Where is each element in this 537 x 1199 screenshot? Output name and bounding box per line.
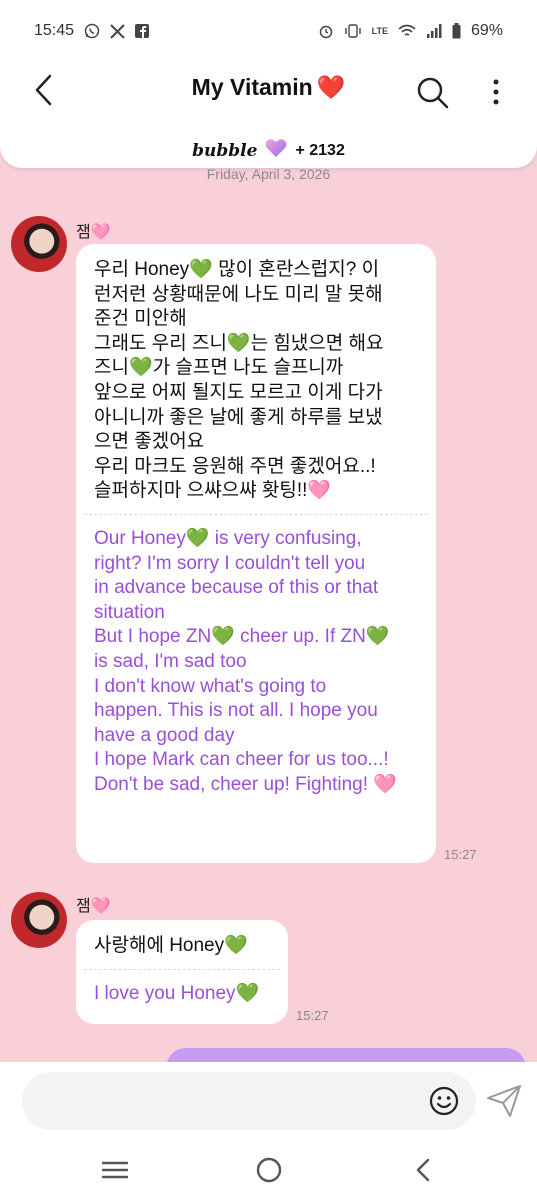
avatar[interactable] <box>11 216 67 272</box>
message-text-korean: 사랑해에 Honey💚 <box>94 935 248 956</box>
recents-button[interactable] <box>100 1156 130 1184</box>
message-text-translation: Our Honey💚 is very confusing, right? I'm… <box>94 527 397 795</box>
bubble-heart-icon <box>265 138 287 163</box>
chat-title-text: My Vitamin <box>191 74 313 100</box>
recents-icon <box>102 1161 128 1179</box>
home-icon <box>256 1157 282 1183</box>
message-input[interactable] <box>22 1072 476 1130</box>
message-text-korean: 우리 Honey💚 많이 혼란스럽지? 이 런저런 상황때문에 나도 미리 말 … <box>94 259 384 502</box>
message-composer <box>0 1062 537 1140</box>
message-bubble[interactable]: 우리 Honey💚 많이 혼란스럽지? 이 런저런 상황때문에 나도 미리 말 … <box>76 244 436 863</box>
message-time: 15:27 <box>444 847 477 862</box>
whatsapp-icon <box>84 23 100 39</box>
avatar[interactable] <box>11 892 67 948</box>
status-right: LTE 69% <box>318 22 503 40</box>
send-icon <box>487 1085 521 1117</box>
signal-icon <box>426 24 442 38</box>
wifi-icon <box>398 24 416 38</box>
bubble-subscription[interactable]: bubble + 2132 <box>0 138 537 163</box>
chat-title: My Vitamin ❤️ <box>0 74 537 101</box>
search-button[interactable] <box>414 74 450 110</box>
x-icon <box>110 23 125 39</box>
sender-name: 잼🩷 <box>76 898 111 915</box>
search-icon <box>417 77 449 109</box>
message-bubble[interactable]: 사랑해에 Honey💚 I love you Honey💚 <box>76 920 288 1024</box>
date-separator: Friday, April 3, 2026 <box>206 166 331 182</box>
send-button[interactable] <box>486 1084 522 1118</box>
emoji-icon <box>429 1086 459 1116</box>
alarm-icon <box>318 23 334 39</box>
facebook-icon <box>135 24 150 38</box>
message-time: 15:27 <box>296 1008 329 1023</box>
status-time: 15:45 <box>34 22 75 39</box>
more-options-button[interactable] <box>482 74 510 110</box>
status-left: 15:45 <box>34 22 150 40</box>
system-nav-bar <box>0 1140 537 1199</box>
chat-header: My Vitamin ❤️ bubble + 2132 <box>0 62 537 168</box>
more-vertical-icon <box>493 79 499 105</box>
status-bar: 15:45 LTE 69% <box>0 0 537 62</box>
vibrate-icon <box>344 23 362 39</box>
bubble-logo: bubble <box>192 140 258 161</box>
sender-name: 잼🩷 <box>76 224 111 241</box>
nav-back-icon <box>416 1158 430 1182</box>
home-button[interactable] <box>254 1156 284 1184</box>
battery-percent: 69% <box>470 22 503 39</box>
bubble-count: + 2132 <box>295 141 345 159</box>
emoji-button[interactable] <box>428 1085 460 1117</box>
network-label: LTE <box>371 26 388 36</box>
nav-back-button[interactable] <box>408 1156 438 1184</box>
title-heart-emoji: ❤️ <box>316 74 346 100</box>
battery-icon <box>452 23 461 39</box>
message-text-translation: I love you Honey💚 <box>94 982 260 1004</box>
